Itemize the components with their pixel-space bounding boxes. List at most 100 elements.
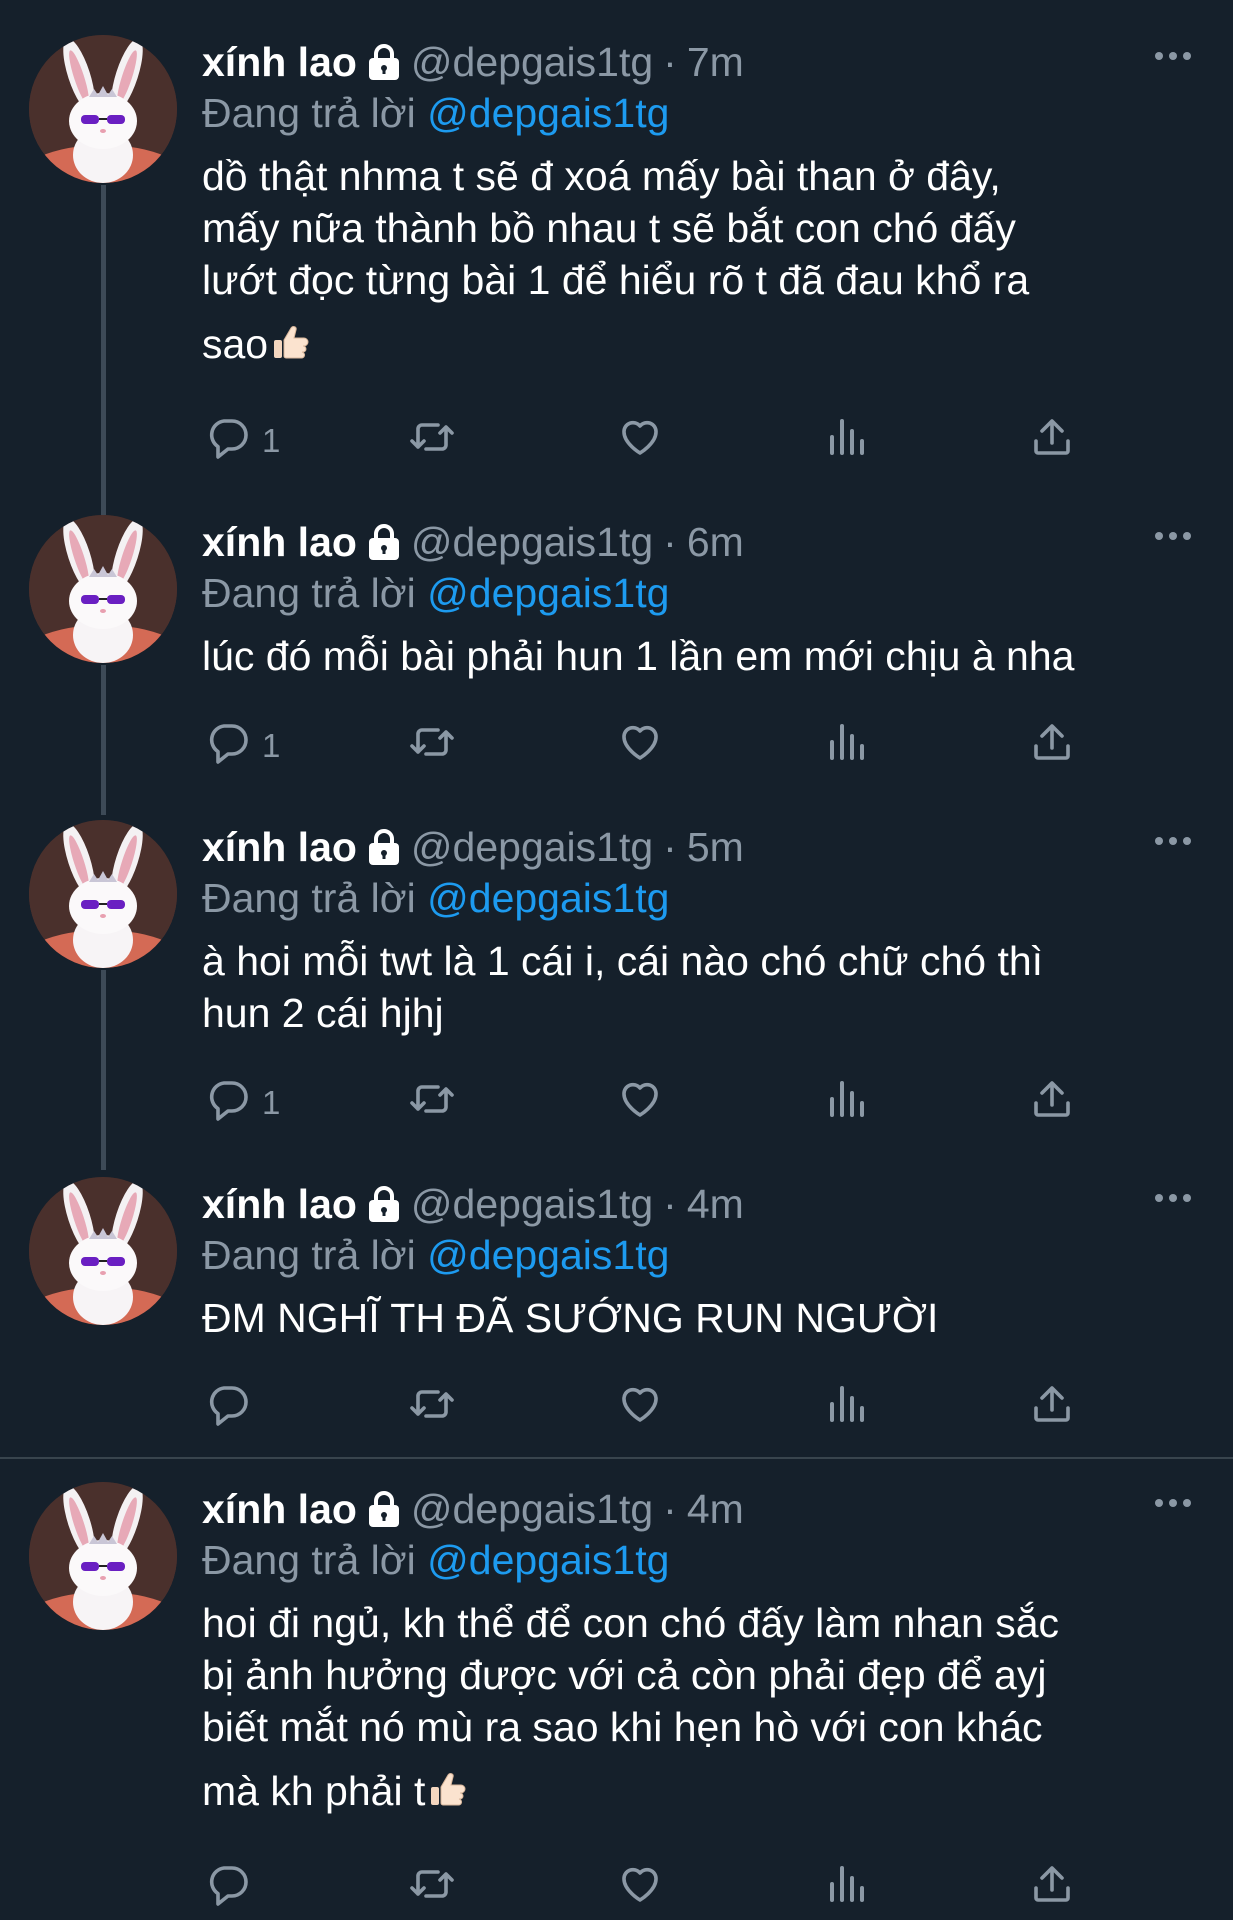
share-button[interactable] <box>1028 413 1076 469</box>
replying-prefix: Đang trả lời <box>202 1232 416 1278</box>
views-button[interactable] <box>822 1860 870 1916</box>
mention-link[interactable]: @depgais1tg <box>427 90 669 136</box>
tweet-header: xính lao @depgais1tg · 4m <box>202 1481 744 1537</box>
username-handle[interactable]: @depgais1tg <box>411 1181 653 1228</box>
tweet-text: dồ thật nhma t sẽ đ xoá mấy bài than ở đ… <box>202 150 1202 376</box>
replying-to: Đang trả lời @depgais1tg <box>202 90 669 137</box>
username-handle[interactable]: @depgais1tg <box>411 1486 653 1533</box>
like-button[interactable] <box>616 1380 664 1436</box>
replying-to: Đang trả lời @depgais1tg <box>202 875 669 922</box>
reply-button[interactable] <box>204 1860 252 1916</box>
avatar[interactable] <box>29 515 177 663</box>
tweet[interactable]: xính lao @depgais1tg · 7m Đang trả lời @… <box>0 0 1233 515</box>
timestamp[interactable]: 7m <box>687 39 744 86</box>
retweet-button[interactable] <box>408 413 456 469</box>
retweet-button[interactable] <box>408 1860 456 1916</box>
tweet[interactable]: xính lao @depgais1tg · 4m Đang trả lời @… <box>0 1142 1233 1457</box>
tweet[interactable]: xính lao @depgais1tg · 5m Đang trả lời @… <box>0 785 1233 1170</box>
retweet-button[interactable] <box>408 718 456 774</box>
share-icon <box>1028 718 1076 774</box>
retweet-icon <box>408 413 456 469</box>
more-icon[interactable] <box>1153 1483 1193 1523</box>
tweet-text: lúc đó mỗi bài phải hun 1 lần em mới chị… <box>202 630 1202 682</box>
mention-link[interactable]: @depgais1tg <box>427 1232 669 1278</box>
timestamp[interactable]: 6m <box>687 519 744 566</box>
reply-icon <box>204 1075 252 1131</box>
tweet[interactable]: xính lao @depgais1tg · 6m Đang trả lời @… <box>0 480 1233 815</box>
timestamp[interactable]: 4m <box>687 1486 744 1533</box>
views-button[interactable] <box>822 413 870 469</box>
like-button[interactable] <box>616 413 664 469</box>
display-name[interactable]: xính lao <box>202 1181 357 1228</box>
username-handle[interactable]: @depgais1tg <box>411 39 653 86</box>
reply-icon <box>204 718 252 774</box>
tweet-line: ĐM NGHĨ TH ĐÃ SƯỚNG RUN NGƯỜI <box>202 1295 939 1341</box>
tweet-text: hoi đi ngủ, kh thể để con chó đấy làm nh… <box>202 1597 1202 1823</box>
like-icon <box>616 413 664 469</box>
mention-link[interactable]: @depgais1tg <box>427 1537 669 1583</box>
like-button[interactable] <box>616 1860 664 1916</box>
action-bar <box>0 1380 1233 1440</box>
retweet-button[interactable] <box>408 1075 456 1131</box>
views-icon <box>822 413 870 469</box>
thread-line <box>101 970 106 1170</box>
tweet-header: xính lao @depgais1tg · 7m <box>202 34 744 90</box>
display-name[interactable]: xính lao <box>202 1486 357 1533</box>
replying-prefix: Đang trả lời <box>202 90 416 136</box>
more-icon[interactable] <box>1153 36 1193 76</box>
tweet-line: dồ thật nhma t sẽ đ xoá mấy bài than ở đ… <box>202 153 1001 199</box>
separator-dot: · <box>663 1485 677 1532</box>
timestamp[interactable]: 4m <box>687 1181 744 1228</box>
reply-icon <box>204 413 252 469</box>
share-button[interactable] <box>1028 1075 1076 1131</box>
tweet-header: xính lao @depgais1tg · 6m <box>202 514 744 570</box>
like-icon <box>616 1860 664 1916</box>
avatar[interactable] <box>29 1177 177 1325</box>
display-name[interactable]: xính lao <box>202 824 357 871</box>
action-bar: 1 <box>0 413 1233 473</box>
avatar[interactable] <box>29 820 177 968</box>
display-name[interactable]: xính lao <box>202 519 357 566</box>
separator-dot: · <box>663 823 677 870</box>
views-button[interactable] <box>822 1075 870 1131</box>
separator-dot: · <box>663 38 677 85</box>
reply-button[interactable]: 1 <box>204 718 280 774</box>
like-button[interactable] <box>616 718 664 774</box>
share-button[interactable] <box>1028 718 1076 774</box>
tweet-header: xính lao @depgais1tg · 4m <box>202 1176 744 1232</box>
lock-icon <box>367 523 401 561</box>
mention-link[interactable]: @depgais1tg <box>427 570 669 616</box>
replying-to: Đang trả lời @depgais1tg <box>202 570 669 617</box>
share-button[interactable] <box>1028 1380 1076 1436</box>
share-icon <box>1028 413 1076 469</box>
replying-prefix: Đang trả lời <box>202 875 416 921</box>
share-button[interactable] <box>1028 1860 1076 1916</box>
tweet[interactable]: xính lao @depgais1tg · 4m Đang trả lời @… <box>0 1447 1233 1920</box>
display-name[interactable]: xính lao <box>202 39 357 86</box>
views-button[interactable] <box>822 718 870 774</box>
views-icon <box>822 1075 870 1131</box>
avatar[interactable] <box>29 1482 177 1630</box>
lock-icon <box>367 1490 401 1528</box>
mention-link[interactable]: @depgais1tg <box>427 875 669 921</box>
retweet-icon <box>408 718 456 774</box>
share-icon <box>1028 1075 1076 1131</box>
like-button[interactable] <box>616 1075 664 1131</box>
more-icon[interactable] <box>1153 516 1193 556</box>
username-handle[interactable]: @depgais1tg <box>411 519 653 566</box>
more-icon[interactable] <box>1153 1178 1193 1218</box>
retweet-icon <box>408 1380 456 1436</box>
more-icon[interactable] <box>1153 821 1193 861</box>
avatar[interactable] <box>29 35 177 183</box>
reply-button[interactable] <box>204 1380 252 1436</box>
reply-button[interactable]: 1 <box>204 1075 280 1131</box>
tweet-line: mấy nữa thành bồ nhau t sẽ bắt con chó đ… <box>202 205 1016 251</box>
views-icon <box>822 1380 870 1436</box>
reply-button[interactable]: 1 <box>204 413 280 469</box>
retweet-icon <box>408 1075 456 1131</box>
tweet-line: sao <box>202 321 269 367</box>
retweet-button[interactable] <box>408 1380 456 1436</box>
views-button[interactable] <box>822 1380 870 1436</box>
timestamp[interactable]: 5m <box>687 824 744 871</box>
username-handle[interactable]: @depgais1tg <box>411 824 653 871</box>
